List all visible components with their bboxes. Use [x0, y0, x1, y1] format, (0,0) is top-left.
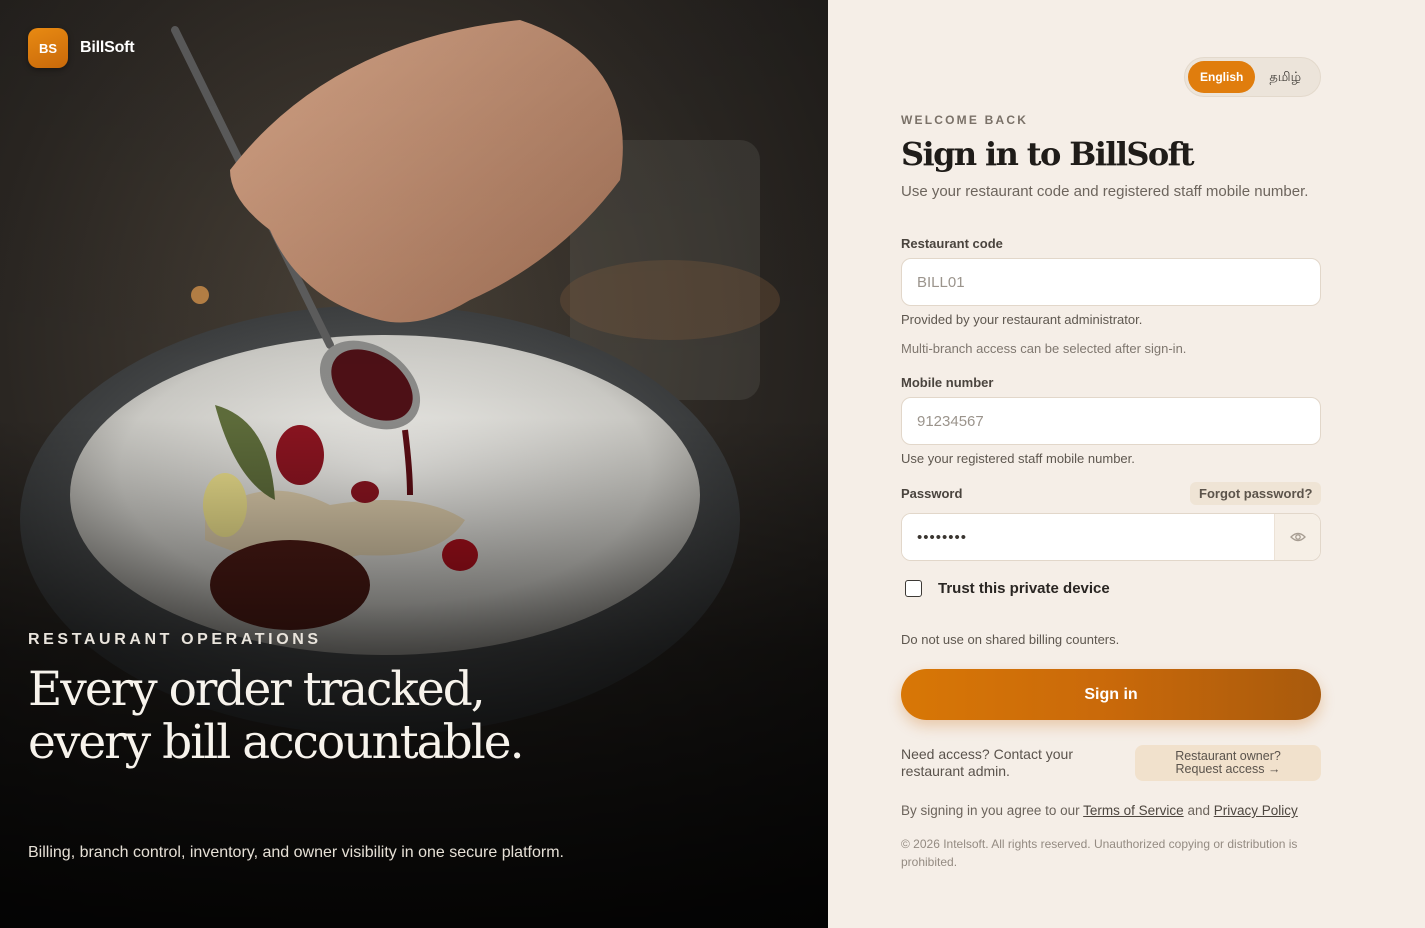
legal-prefix: By signing in you agree to our	[901, 803, 1080, 818]
multi-branch-hint: Multi-branch access can be selected afte…	[901, 341, 1187, 356]
hero-eyebrow: RESTAURANT OPERATIONS	[28, 631, 322, 648]
mobile-input[interactable]	[901, 397, 1321, 445]
page-subtitle: Use your restaurant code and registered …	[901, 183, 1309, 200]
restaurant-code-input[interactable]	[901, 258, 1321, 306]
forgot-password-link[interactable]: Forgot password?	[1190, 482, 1322, 505]
hero-gradient-overlay	[0, 0, 828, 928]
restaurant-code-label: Restaurant code	[901, 236, 1003, 251]
language-english-button[interactable]: English	[1188, 61, 1256, 93]
terms-link[interactable]: Terms of Service	[1083, 803, 1184, 818]
request-access-button[interactable]: Restaurant owner? Request access →	[1135, 745, 1321, 781]
hero-panel: BS BillSoft RESTAURANT OPERATIONS Every …	[0, 0, 828, 928]
password-input[interactable]	[902, 514, 1274, 560]
signin-button[interactable]: Sign in	[901, 669, 1321, 720]
brand-logo: BS BillSoft	[28, 28, 135, 68]
brand-badge: BS	[28, 28, 68, 68]
copyright-text: © 2026 Intelsoft. All rights reserved. U…	[901, 837, 1298, 869]
trust-device-checkbox[interactable]	[905, 580, 922, 597]
hero-title: Every order tracked, every bill accounta…	[28, 662, 525, 770]
need-access-text: Need access? Contact your restaurant adm…	[901, 746, 1073, 779]
signin-panel: English தமிழ் WELCOME BACK Sign in to Bi…	[828, 0, 1425, 928]
trust-device-row[interactable]: Trust this private device	[905, 580, 1110, 597]
trust-device-label: Trust this private device	[938, 580, 1110, 597]
language-switcher: English தமிழ்	[1184, 57, 1321, 97]
language-tamil-button[interactable]: தமிழ்	[1259, 61, 1311, 93]
page-title: Sign in to BillSoft	[901, 135, 1195, 173]
legal-text: By signing in you agree to our Terms of …	[901, 803, 1298, 818]
eye-icon[interactable]	[1274, 514, 1320, 560]
mobile-hint: Use your registered staff mobile number.	[901, 451, 1135, 466]
brand-name: BillSoft	[80, 39, 135, 56]
welcome-eyebrow: WELCOME BACK	[901, 113, 1029, 127]
password-label: Password	[901, 486, 963, 501]
request-access-line2: Request access →	[1175, 762, 1281, 776]
privacy-link[interactable]: Privacy Policy	[1214, 803, 1298, 818]
mobile-label: Mobile number	[901, 375, 994, 390]
legal-and: and	[1187, 803, 1210, 818]
password-field	[901, 513, 1321, 561]
hero-subtitle: Billing, branch control, inventory, and …	[28, 844, 564, 861]
trust-device-hint: Do not use on shared billing counters.	[901, 632, 1120, 647]
restaurant-code-hint: Provided by your restaurant administrato…	[901, 312, 1143, 327]
